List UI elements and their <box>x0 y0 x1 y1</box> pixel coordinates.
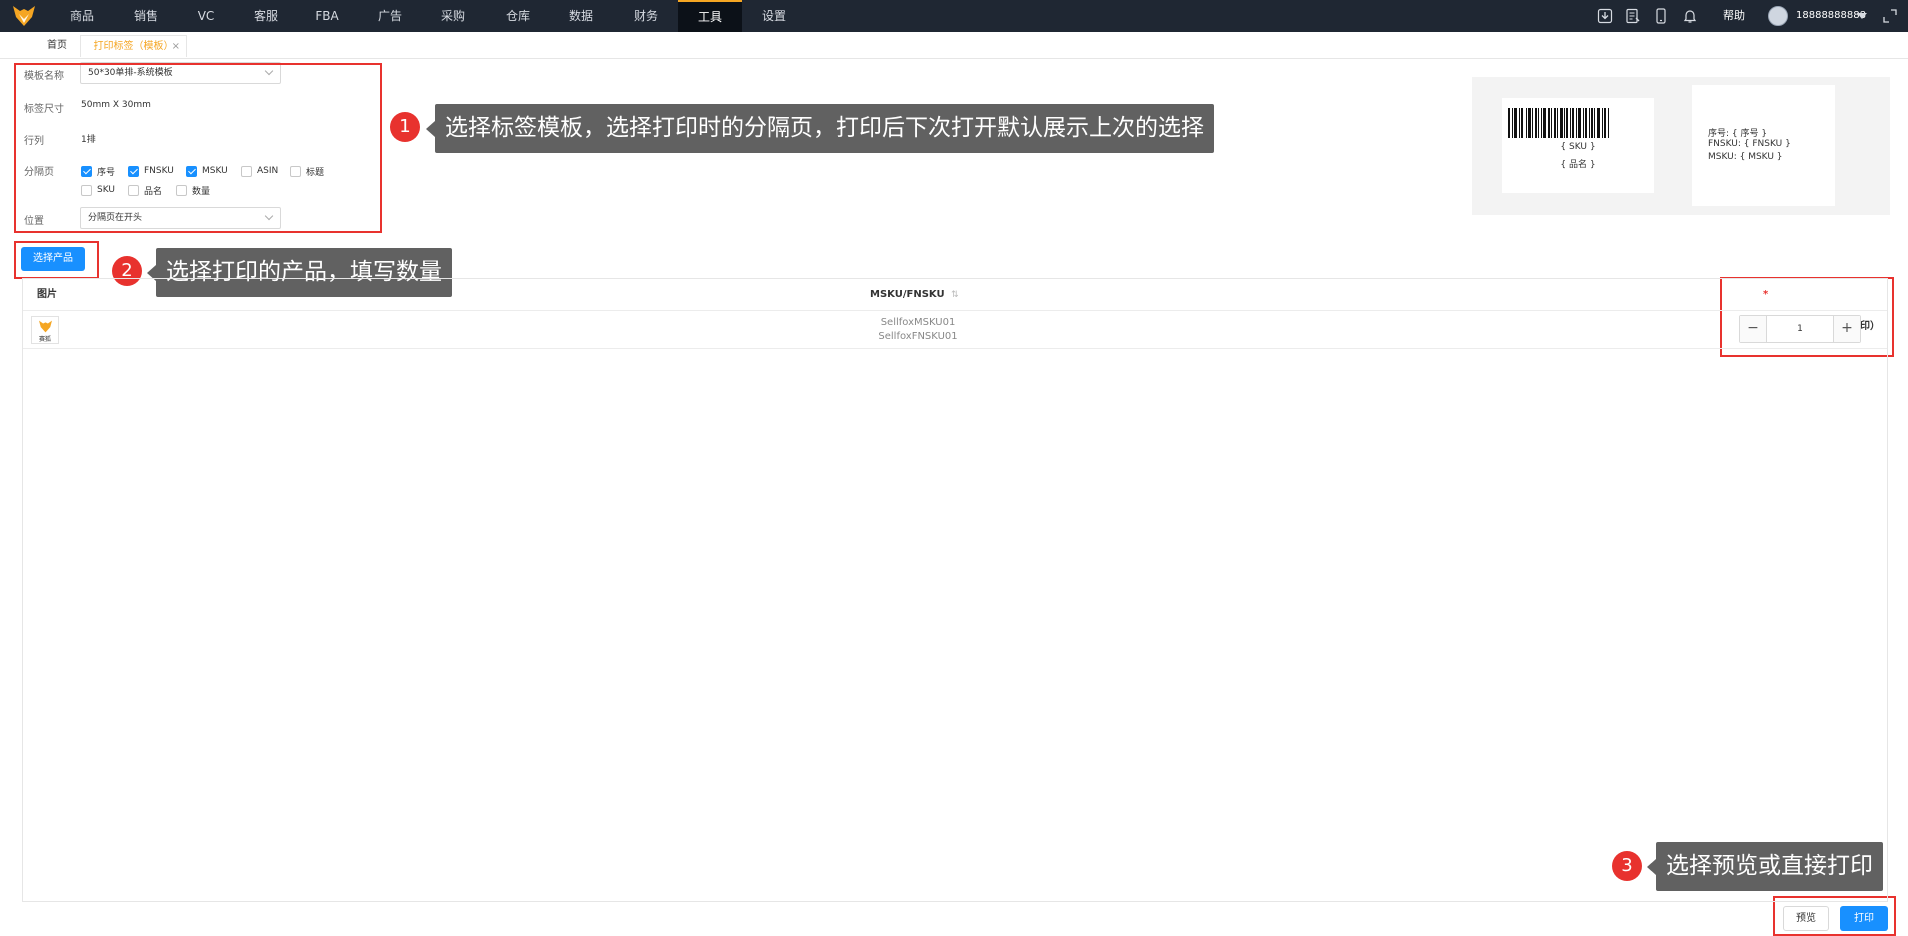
preview-button[interactable]: 预览 <box>1783 906 1829 931</box>
annotation-box-1 <box>14 63 382 233</box>
required-mark: * <box>1763 289 1769 300</box>
user-menu-caret-icon[interactable] <box>1857 13 1867 19</box>
nav-item-ads[interactable]: 广告 <box>368 0 412 32</box>
nav-item-tools[interactable]: 工具 <box>678 0 742 32</box>
nav-item-finance[interactable]: 财务 <box>623 0 669 32</box>
bell-icon[interactable] <box>1682 8 1698 24</box>
nav-item-fba[interactable]: FBA <box>305 0 349 32</box>
product-name-placeholder: { 品名 } <box>1560 160 1596 170</box>
tab-home[interactable]: 首页 <box>32 35 82 57</box>
tab-label: 打印标签（模板） <box>93 41 174 52</box>
callout-1: 选择标签模板，选择打印时的分隔页，打印后下次打开默认展示上次的选择 <box>426 104 1214 153</box>
download-icon[interactable] <box>1597 8 1613 24</box>
msku-value: SellfoxMSKU01 <box>880 317 956 328</box>
product-table: 图片 MSKU/FNSKU ⇅ * 打印数量（为0则不打印） 赛狐 Sellfo… <box>22 278 1888 902</box>
col-header-image: 图片 <box>37 289 57 300</box>
sort-icon[interactable]: ⇅ <box>951 290 959 300</box>
nav-item-customer-service[interactable]: 客服 <box>244 0 288 32</box>
decrement-button[interactable]: − <box>1740 316 1766 342</box>
barcode-graphic <box>1506 108 1650 138</box>
separator-line-msku: MSKU: { MSKU } <box>1708 152 1783 162</box>
fox-logo-icon[interactable] <box>12 5 36 27</box>
nav-item-data[interactable]: 数据 <box>559 0 603 32</box>
product-label-preview: { SKU } { 品名 } <box>1502 98 1654 193</box>
col-header-msku-label: MSKU/FNSKU <box>870 289 945 300</box>
nav-item-vc[interactable]: VC <box>186 0 226 32</box>
thumbnail-caption: 赛狐 <box>38 336 51 343</box>
table-row: 赛狐 SellfoxMSKU01 SellfoxFNSKU01 <box>23 311 1887 349</box>
user-avatar[interactable] <box>1768 6 1788 26</box>
product-thumbnail: 赛狐 <box>31 316 59 344</box>
fnsku-value: SellfoxFNSKU01 <box>878 331 958 342</box>
print-button[interactable]: 打印 <box>1840 906 1888 931</box>
increment-button[interactable]: + <box>1834 316 1860 342</box>
nav-item-warehouse[interactable]: 仓库 <box>494 0 542 32</box>
fox-logo-icon <box>39 320 52 333</box>
quantity-input[interactable]: 1 <box>1766 316 1834 342</box>
mobile-icon[interactable] <box>1653 8 1669 24</box>
col-header-print-qty: * 打印数量（为0则不打印） <box>1763 279 1887 332</box>
label-preview-panel: { SKU } { 品名 } 序号: { 序号 } FNSKU: { FNSKU… <box>1472 77 1890 215</box>
select-product-button[interactable]: 选择产品 <box>21 247 85 271</box>
print-quantity-stepper[interactable]: − 1 + <box>1739 315 1861 343</box>
task-list-icon[interactable] <box>1625 8 1641 24</box>
table-header: 图片 MSKU/FNSKU ⇅ * 打印数量（为0则不打印） <box>23 279 1887 332</box>
nav-item-products[interactable]: 商品 <box>60 0 104 32</box>
page-tab-bar: 首页 打印标签（模板） × <box>0 32 1908 59</box>
nav-item-purchase[interactable]: 采购 <box>431 0 475 32</box>
nav-item-settings[interactable]: 设置 <box>752 0 796 32</box>
tab-close-icon[interactable]: × <box>172 36 180 58</box>
separator-line-fnsku: FNSKU: { FNSKU } <box>1708 139 1791 149</box>
nav-item-sales[interactable]: 销售 <box>122 0 170 32</box>
top-navigation-bar: 商品 销售 VC 客服 FBA 广告 采购 仓库 数据 财务 工具 设置 帮助 … <box>0 0 1908 32</box>
fullscreen-icon[interactable] <box>1882 8 1898 24</box>
help-link[interactable]: 帮助 <box>1723 0 1745 32</box>
separator-line-serial: 序号: { 序号 } <box>1708 129 1768 139</box>
user-phone[interactable]: 18888888888 <box>1796 0 1866 32</box>
step-badge-1: 1 <box>390 112 420 142</box>
separator-page-preview: 序号: { 序号 } FNSKU: { FNSKU } MSKU: { MSKU… <box>1692 85 1835 206</box>
col-header-msku-fnsku[interactable]: MSKU/FNSKU ⇅ <box>870 279 959 311</box>
sku-placeholder: { SKU } <box>1560 142 1596 152</box>
tab-print-label-template[interactable]: 打印标签（模板） × <box>80 35 187 57</box>
